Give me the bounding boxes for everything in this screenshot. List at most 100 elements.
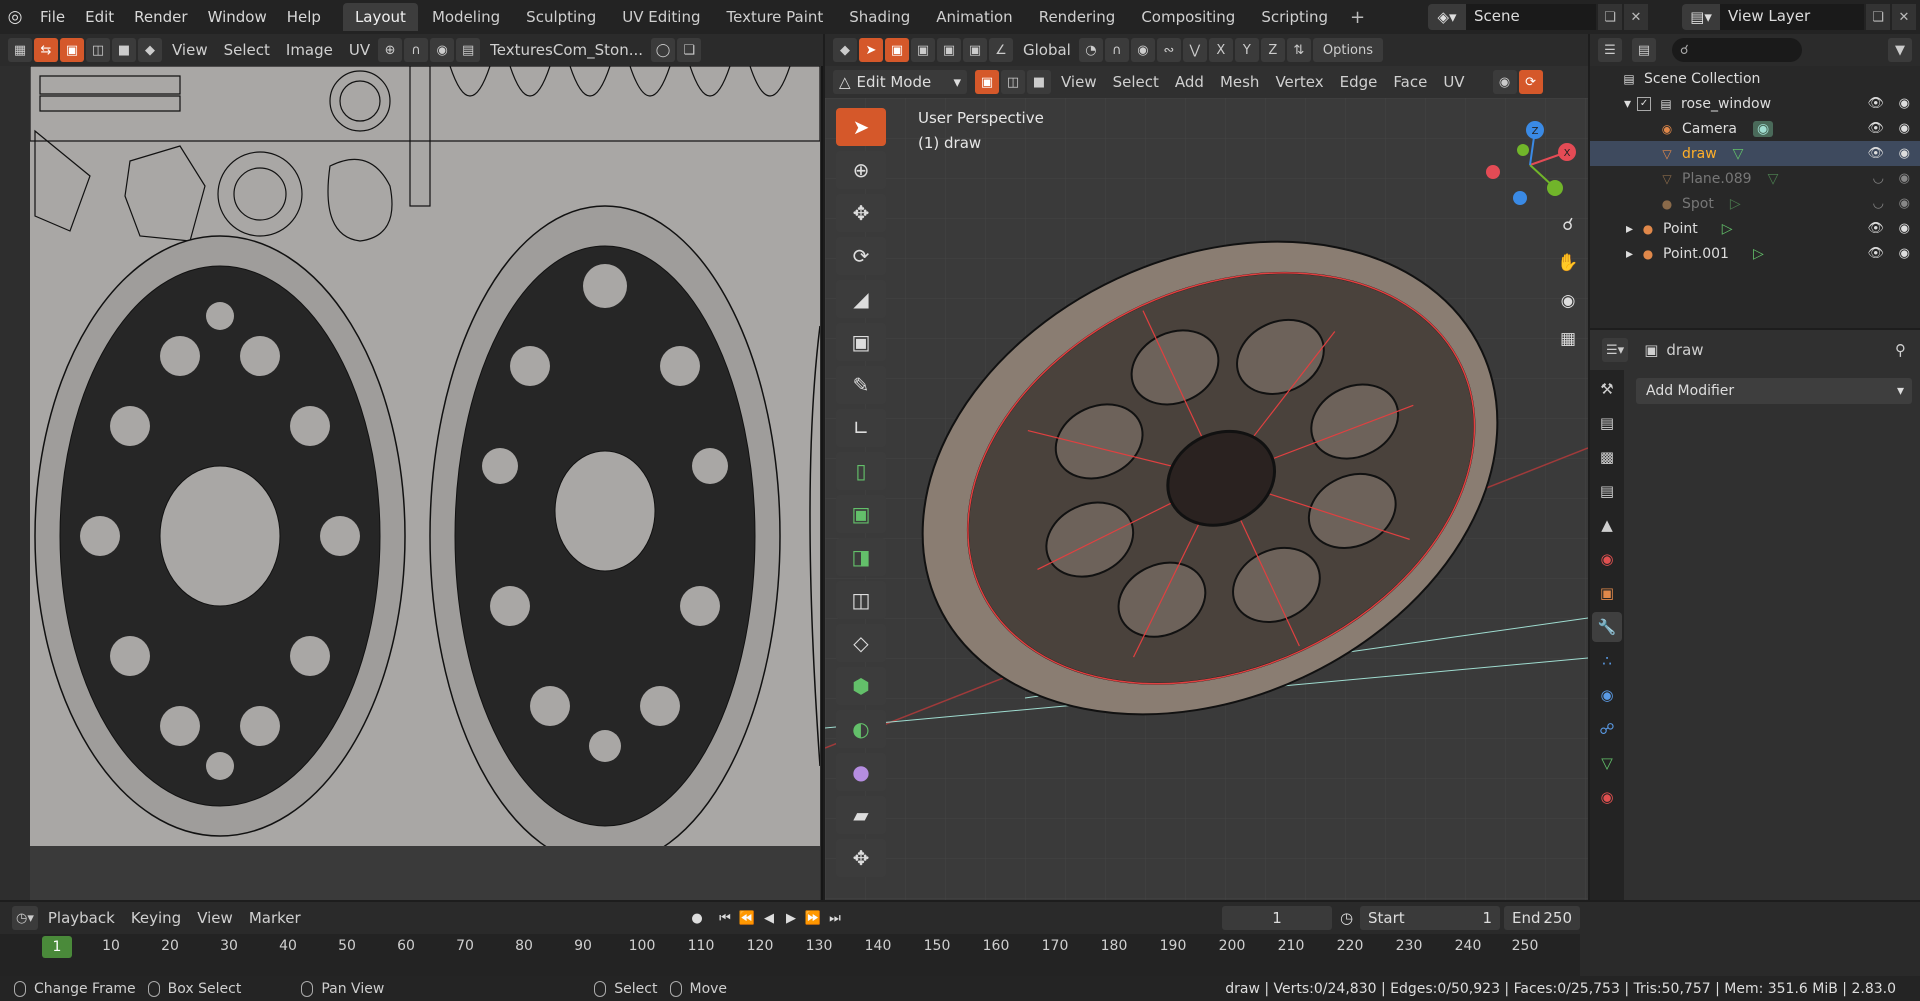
uv-menu-select[interactable]: Select [216, 41, 278, 59]
timeline-ruler[interactable]: 1 10 20 30 40 50 60 70 80 90 100 110 120… [0, 934, 1580, 976]
eye-icon[interactable]: 👁 [1867, 121, 1884, 136]
options-dropdown[interactable]: Options [1312, 38, 1384, 62]
vertex-select-mode-icon[interactable]: ▣ [975, 70, 999, 94]
menu-window[interactable]: Window [198, 8, 277, 26]
physics-tab-icon[interactable]: ◉ [1592, 680, 1622, 710]
material-tab-icon[interactable]: ◉ [1592, 782, 1622, 812]
outliner-row-scene-collection[interactable]: ▤ Scene Collection [1590, 66, 1920, 91]
outliner-search-input[interactable]: ☌ [1672, 38, 1802, 62]
viewport-menu-select[interactable]: Select [1105, 73, 1167, 91]
expand-chevron-icon[interactable]: ▸ [1626, 246, 1633, 262]
outliner-row-point[interactable]: ▸ ● Point ▷ 👁 ◉ [1590, 216, 1920, 241]
viewport-menu-vertex[interactable]: Vertex [1267, 73, 1331, 91]
next-keyframe-icon[interactable]: ⏩ [802, 906, 824, 930]
properties-editor-type-icon[interactable]: ☰▾ [1602, 338, 1629, 362]
new-scene-button[interactable]: ❏ [1598, 4, 1622, 30]
jump-end-icon[interactable]: ⏭ [824, 906, 846, 930]
tab-texture-paint[interactable]: Texture Paint [714, 3, 835, 31]
scale-tool-icon[interactable]: ◢ [836, 280, 886, 318]
pan-hand-icon[interactable]: ✋ [1553, 248, 1583, 278]
viewport-menu-edge[interactable]: Edge [1332, 73, 1386, 91]
data-tab-icon[interactable]: ▽ [1592, 748, 1622, 778]
outliner-row-rose-window[interactable]: ▾ ✓ ▤ rose_window 👁 ◉ [1590, 91, 1920, 116]
snap-icon[interactable]: ∩ [404, 38, 429, 62]
mirror-icon[interactable]: ⋁ [1182, 38, 1207, 62]
tab-scripting[interactable]: Scripting [1249, 3, 1340, 31]
add-modifier-dropdown[interactable]: Add Modifier ▾ [1636, 378, 1912, 404]
object-tab-icon[interactable]: ▣ [1592, 578, 1622, 608]
viewport-menu-face[interactable]: Face [1385, 73, 1435, 91]
keying-menu[interactable]: Keying [123, 909, 189, 927]
rotate-tool-icon[interactable]: ⟳ [836, 237, 886, 275]
edge-select-icon[interactable]: ◫ [86, 38, 110, 62]
zoom-icon[interactable]: ☌ [1553, 210, 1583, 240]
current-frame-marker[interactable]: 1 [42, 936, 72, 958]
mirror-y-toggle[interactable]: Y [1234, 38, 1259, 62]
render-camera-icon[interactable]: ◉ [1899, 121, 1910, 136]
timeline-view-menu[interactable]: View [189, 909, 241, 927]
remove-view-layer-button[interactable]: ✕ [1892, 4, 1916, 30]
viewport-menu-add[interactable]: Add [1167, 73, 1212, 91]
transform-orientation-select[interactable]: Global [1015, 41, 1079, 59]
edge-select-mode-icon[interactable]: ◫ [1001, 70, 1025, 94]
poly-build-tool-icon[interactable]: ⬢ [836, 667, 886, 705]
end-frame-field[interactable]: End 250 [1504, 906, 1580, 930]
expand-chevron-icon[interactable]: ▸ [1626, 221, 1633, 237]
scene-icon[interactable]: ◈▾ [1428, 4, 1466, 30]
spin-tool-icon[interactable]: ◐ [836, 710, 886, 748]
display-mode-icon[interactable]: ▤ [1632, 38, 1656, 62]
inset-tool-icon[interactable]: ▣ [836, 495, 886, 533]
world-tab-icon[interactable]: ◉ [1592, 544, 1622, 574]
outliner-row-camera[interactable]: ◉ Camera ◉ 👁 ◉ [1590, 116, 1920, 141]
select-box-tool-icon[interactable]: ➤ [859, 38, 883, 62]
extrude-tool-icon[interactable]: ▯ [836, 452, 886, 490]
navigation-gizmo[interactable]: X Z [1475, 120, 1585, 210]
menu-render[interactable]: Render [124, 8, 197, 26]
constraints-tab-icon[interactable]: ☍ [1592, 714, 1622, 744]
render-camera-icon[interactable]: ◉ [1899, 171, 1910, 186]
image-name-field[interactable]: TexturesCom_Ston... [482, 41, 651, 59]
play-reverse-icon[interactable]: ◀ [758, 906, 780, 930]
interaction-mode-select[interactable]: △ Edit Mode ▾ [833, 70, 967, 94]
mode-new-icon[interactable]: ▣ [885, 38, 909, 62]
outliner-row-spot[interactable]: ● Spot ▷ ◡ ◉ [1590, 191, 1920, 216]
add-workspace-button[interactable]: + [1342, 7, 1373, 28]
image-browse-icon[interactable]: ▤ [456, 38, 481, 62]
uv-menu-uv[interactable]: UV [341, 41, 378, 59]
mirror-z-toggle[interactable]: Z [1260, 38, 1285, 62]
playback-menu[interactable]: Playback [40, 909, 123, 927]
proportional-edit-icon[interactable]: ◉ [430, 38, 455, 62]
gizmo-neg-x-icon[interactable] [1486, 165, 1500, 179]
viewport-menu-mesh[interactable]: Mesh [1212, 73, 1268, 91]
gizmo-y-icon[interactable] [1547, 180, 1563, 196]
measure-tool-icon[interactable]: ∟ [836, 409, 886, 447]
face-select-mode-icon[interactable]: ■ [1027, 70, 1051, 94]
uv-sync-selection-icon[interactable]: ⇆ [34, 38, 58, 62]
fake-user-icon[interactable]: ◯ [651, 38, 676, 62]
camera-view-icon[interactable]: ◉ [1553, 286, 1583, 316]
view-layer-icon[interactable]: ▤▾ [1682, 4, 1720, 30]
filter-icon[interactable]: ▼ [1888, 38, 1912, 62]
shear-tool-icon[interactable]: ▰ [836, 796, 886, 834]
editor-type-icon[interactable]: ▦ [8, 38, 32, 62]
prev-keyframe-icon[interactable]: ⏪ [736, 906, 758, 930]
tab-compositing[interactable]: Compositing [1129, 3, 1247, 31]
particles-tab-icon[interactable]: ∴ [1592, 646, 1622, 676]
menu-edit[interactable]: Edit [75, 8, 124, 26]
scene-name-field[interactable]: Scene [1466, 4, 1596, 30]
annotate-tool-icon[interactable]: ✎ [836, 366, 886, 404]
outliner-row-plane[interactable]: ▽ Plane.089 ▽ ◡ ◉ [1590, 166, 1920, 191]
gizmo-toggle-icon[interactable]: ⟳ [1518, 70, 1543, 94]
vertex-select-icon[interactable]: ▣ [60, 38, 84, 62]
render-camera-icon[interactable]: ◉ [1899, 196, 1910, 211]
scene-tab-icon[interactable]: ▲ [1592, 510, 1622, 540]
mode-extend-icon[interactable]: ▣ [911, 38, 935, 62]
face-select-icon[interactable]: ■ [112, 38, 136, 62]
viewport-menu-uv[interactable]: UV [1435, 73, 1472, 91]
timer-icon[interactable]: ◷ [1340, 906, 1353, 930]
transform-tool-icon[interactable]: ▣ [836, 323, 886, 361]
tab-rendering[interactable]: Rendering [1027, 3, 1128, 31]
bevel-tool-icon[interactable]: ◨ [836, 538, 886, 576]
outliner-editor-type-icon[interactable]: ☰ [1598, 38, 1622, 62]
pivot-icon[interactable]: ⊕ [378, 38, 403, 62]
